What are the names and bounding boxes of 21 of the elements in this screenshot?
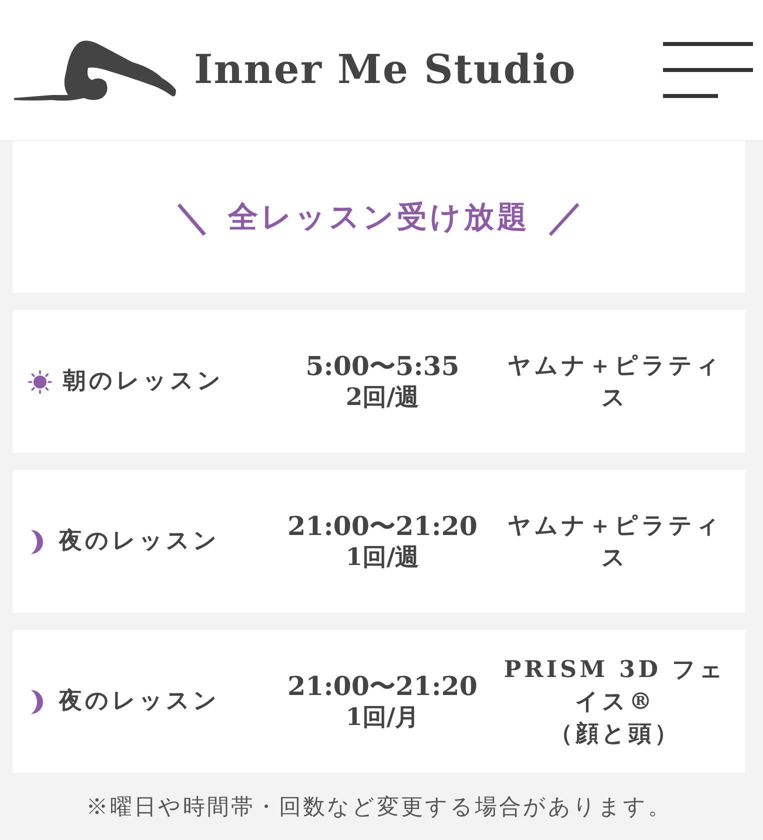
banner-title: 全レッスン受け放題 — [228, 198, 530, 236]
lesson-frequency: 2回/週 — [346, 382, 420, 412]
slash-mark: ＼ — [174, 195, 210, 240]
lesson-time: 21:00〜21:20 — [288, 512, 478, 542]
lesson-frequency: 1回/週 — [346, 542, 420, 572]
lesson-program: ヤムナ＋ピラティス — [506, 510, 724, 572]
note-text: ※曜日や時間帯・回数など変更する場合があります。 — [85, 794, 673, 822]
lesson-time: 21:00〜21:20 — [288, 672, 478, 702]
sun-icon — [27, 368, 53, 394]
lesson-program: （顔と頭） — [550, 718, 680, 748]
lesson-name: 夜のレッスン — [59, 686, 220, 716]
lesson-name: 夜のレッスン — [59, 526, 220, 556]
lesson-name: 朝のレッスン — [63, 366, 224, 396]
lesson-time: 5:00〜5:35 — [306, 352, 460, 382]
lesson-program: ヤムナ＋ピラティス — [506, 350, 724, 412]
brand-name: Inner Me Studio — [194, 45, 576, 95]
lesson-frequency: 1回/月 — [346, 702, 420, 732]
slash-mark: ／ — [548, 195, 584, 240]
logo-icon — [12, 38, 178, 102]
lesson-program: PRISM 3D フェイス® — [502, 654, 728, 716]
menu-icon[interactable] — [663, 40, 755, 100]
